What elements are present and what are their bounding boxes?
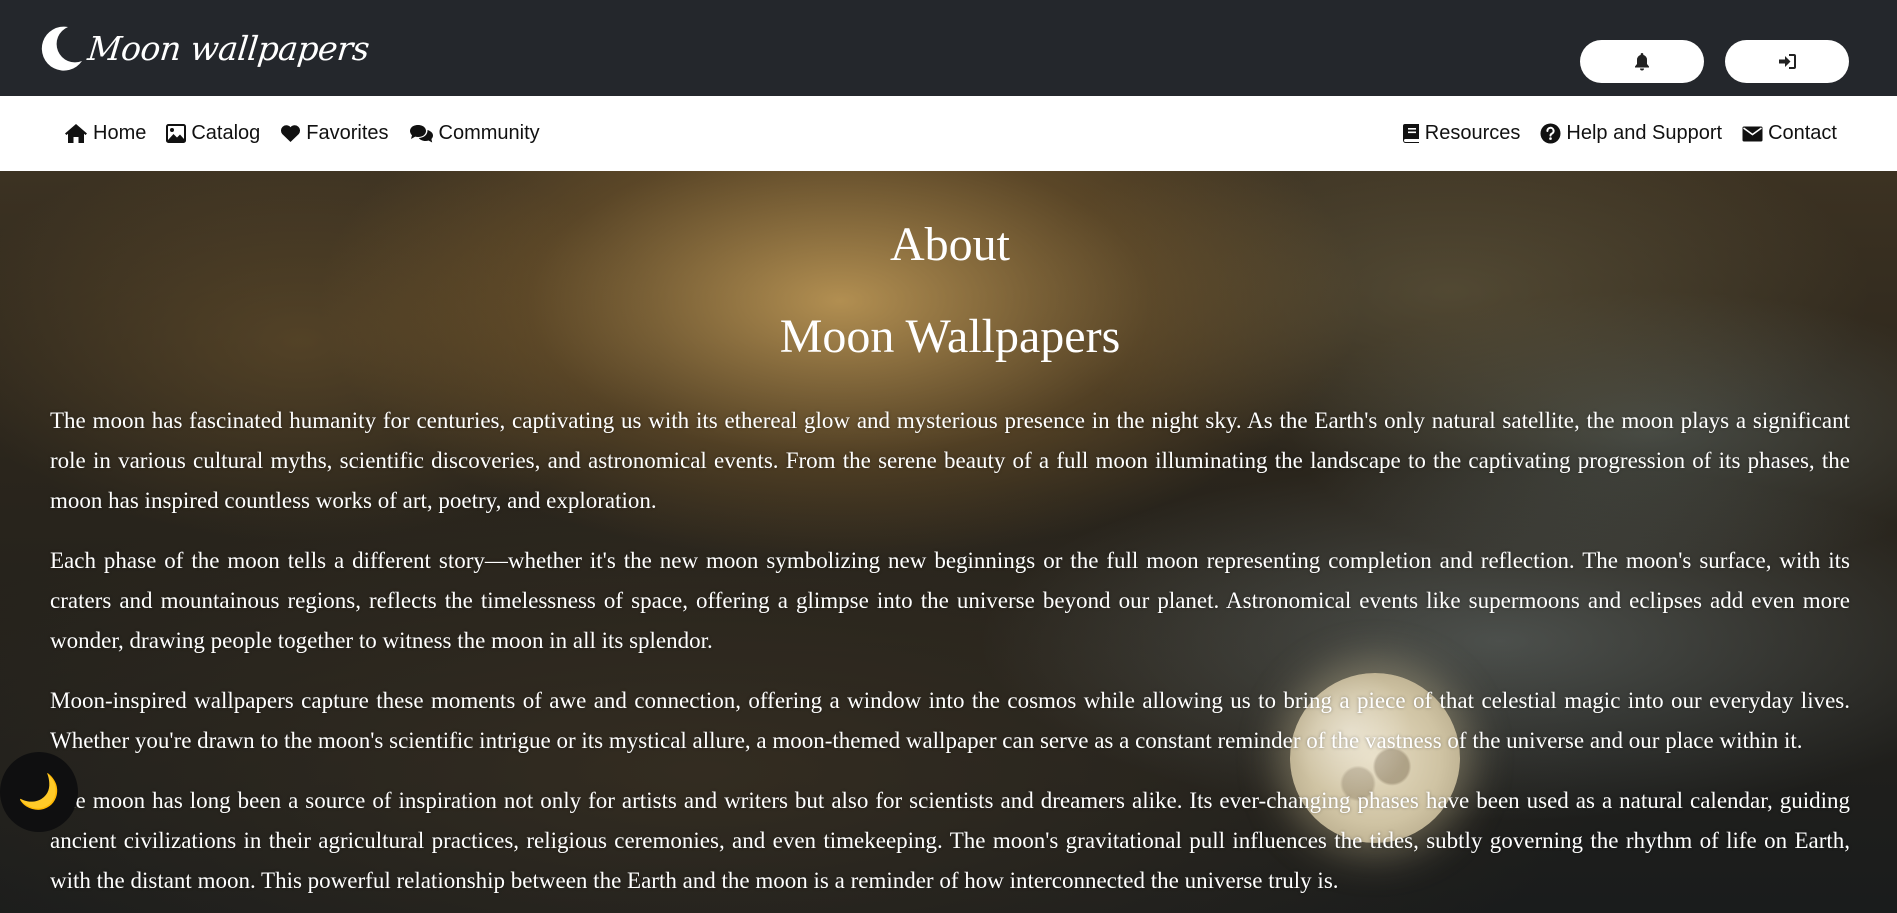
nav-item-label: Resources	[1424, 122, 1521, 144]
about-section: About Moon Wallpapers The moon has fasci…	[0, 171, 1897, 913]
section-subtitle: Moon Wallpapers	[779, 310, 1121, 363]
nav-item-favorites[interactable]: Favorites	[280, 122, 389, 145]
theme-toggle-button[interactable]: 🌙	[0, 752, 78, 832]
nav-right-group: Resources Help and Support Contact	[1382, 96, 1837, 171]
top-header: Moon wallpapers	[0, 0, 1897, 96]
bell-icon	[1635, 52, 1649, 70]
nav-item-contact[interactable]: Contact	[1742, 122, 1837, 145]
nav-item-resources[interactable]: Resources	[1402, 122, 1521, 145]
notifications-button[interactable]	[1580, 40, 1704, 83]
nav-item-catalog[interactable]: Catalog	[166, 122, 260, 145]
image-icon	[166, 124, 187, 143]
nav-item-home[interactable]: Home	[64, 122, 146, 145]
nav-item-label: Home	[93, 122, 147, 144]
crescent-moon-icon: 🌙	[17, 773, 61, 811]
crescent-moon-icon	[41, 26, 82, 71]
sign-in-icon	[1778, 54, 1796, 69]
nav-item-label: Contact	[1768, 122, 1837, 144]
book-icon	[1402, 124, 1419, 143]
paragraph: The moon has long been a source of inspi…	[50, 788, 1850, 893]
nav-item-label: Catalog	[191, 122, 261, 144]
nav-item-help-and-support[interactable]: Help and Support	[1540, 122, 1722, 145]
nav-item-label: Community	[438, 122, 540, 144]
nav-left-group: Home Catalog Favorites Community	[64, 96, 560, 171]
paragraph: The moon has fascinated humanity for cen…	[50, 408, 1850, 513]
home-icon	[65, 124, 87, 143]
nav-item-community[interactable]: Community	[409, 122, 540, 145]
nav-item-label: Help and Support	[1566, 122, 1723, 144]
heart-icon	[281, 125, 301, 142]
login-button[interactable]	[1725, 40, 1849, 83]
page-title: About	[890, 218, 1010, 271]
brand-logo[interactable]: Moon wallpapers	[38, 22, 372, 74]
question-circle-icon	[1540, 123, 1561, 144]
envelope-icon	[1742, 126, 1763, 141]
nav-item-label: Favorites	[306, 122, 389, 144]
comments-icon	[409, 124, 433, 142]
paragraph: Moon-inspired wallpapers capture these m…	[50, 688, 1850, 753]
paragraph: Each phase of the moon tells a different…	[50, 548, 1850, 653]
main-navigation: Home Catalog Favorites Community Resourc…	[0, 96, 1897, 171]
about-paragraphs: The moon has fascinated humanity for cen…	[50, 401, 1850, 913]
brand-name: Moon wallpapers	[85, 28, 372, 68]
